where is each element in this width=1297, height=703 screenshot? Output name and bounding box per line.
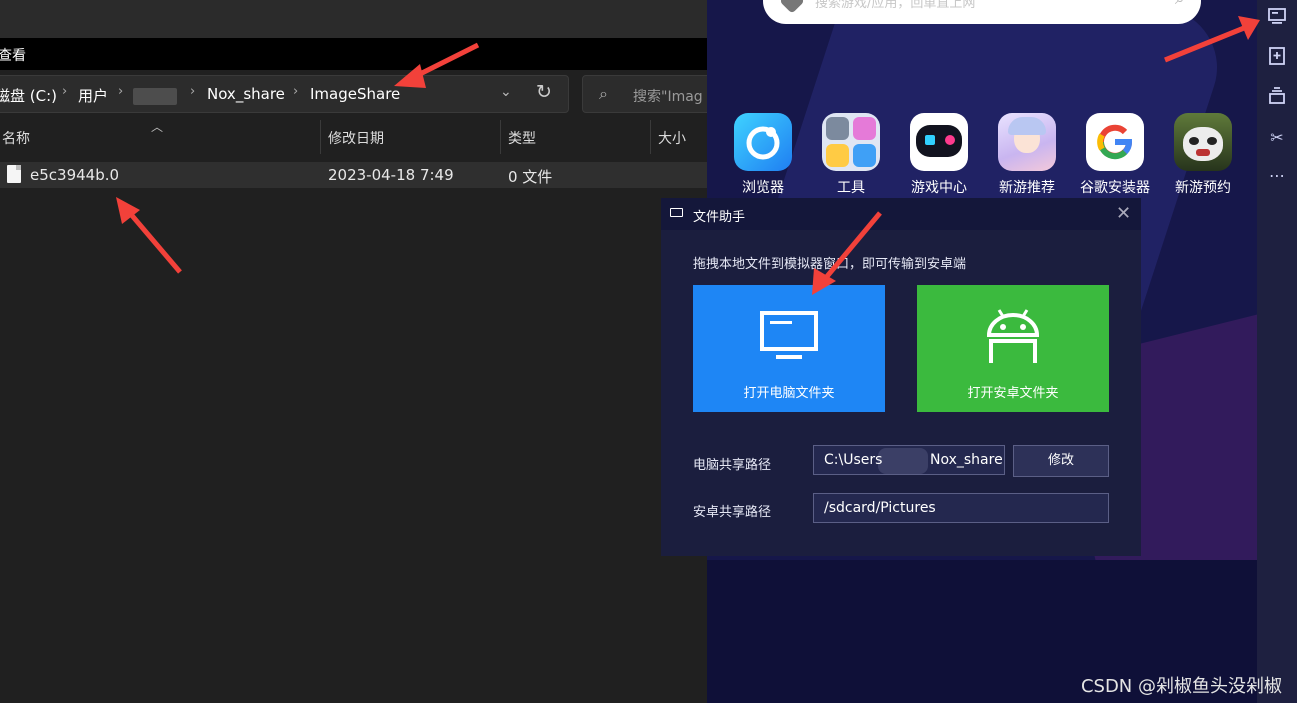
- watermark: CSDN @剁椒鱼头没剁椒: [1080, 676, 1282, 697]
- annotation-arrows: [116, 16, 1260, 295]
- annotation-arrow: [116, 16, 1260, 295]
